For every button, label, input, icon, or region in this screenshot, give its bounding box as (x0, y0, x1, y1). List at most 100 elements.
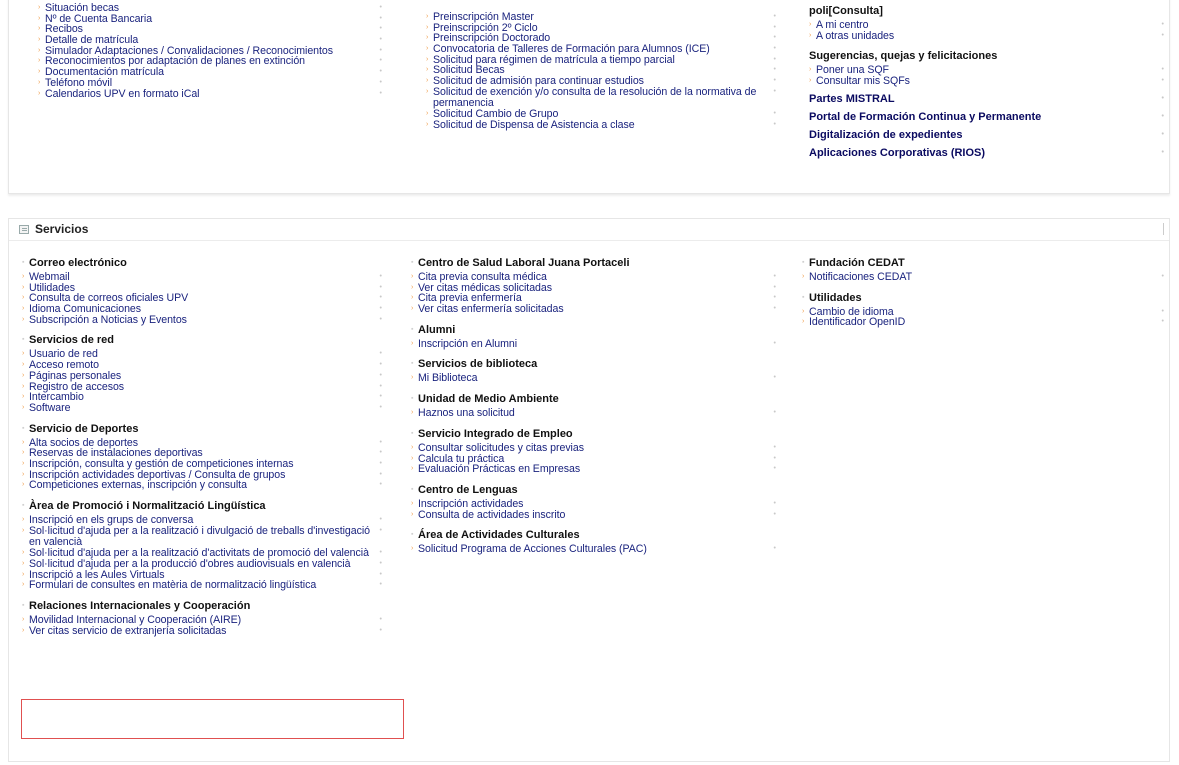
list-item[interactable]: › Haznos una solicitud • (411, 408, 776, 419)
link-label[interactable]: Inscripción en Alumni (418, 338, 517, 350)
servicios-column-1: ▪ Correo electrónico › Webmail • › Utilidades •… (22, 256, 382, 644)
bullet-icon: ▪ (411, 360, 414, 368)
link-label[interactable]: Subscripción a Noticias y Eventos (29, 314, 187, 326)
list-item[interactable]: › Intercambio • (22, 392, 382, 403)
list-item[interactable]: › Formulari de consultes en matèria de no… (22, 580, 382, 591)
arrow-icon: › (411, 273, 414, 280)
link-label[interactable]: Mi Biblioteca (418, 372, 477, 384)
bullet-icon: ▪ (411, 485, 414, 493)
list-item[interactable]: › Ver citas enfermería solicitadas • (411, 304, 776, 315)
list-item[interactable]: › Calendarios UPV en formato iCal • (38, 88, 382, 100)
end-dot-icon: • (379, 616, 382, 624)
list-item[interactable]: › Consulta de actividades inscrito • (411, 509, 776, 521)
arrow-icon: › (809, 31, 812, 39)
link-label[interactable]: Consultar mis SQFs (816, 75, 910, 87)
servicios-header: Servicios (9, 219, 1169, 241)
link-label[interactable]: Calendarios UPV en formato iCal (45, 88, 200, 100)
link-label[interactable]: Identificador OpenID (809, 316, 905, 328)
end-dot-icon: • (773, 23, 776, 31)
arrow-icon: › (809, 21, 812, 28)
list-item[interactable]: › Evaluación Prácticas en Empresas • (411, 464, 776, 475)
end-dot-icon: • (773, 45, 776, 53)
link-label[interactable]: Sol·licitud d'ajuda per a la realització… (29, 525, 382, 548)
link-label[interactable]: Evaluación Prácticas en Empresas (418, 463, 580, 475)
top-panel: › Situación becas • › Nº de Cuenta Bancaria •… (8, 0, 1170, 194)
list-item[interactable]: › A otras unidades • (809, 30, 1164, 42)
arrow-icon: › (22, 361, 25, 369)
bullet-icon: ▪ (411, 325, 414, 333)
collapse-handle-icon[interactable] (1163, 223, 1169, 235)
link-label[interactable]: Software (29, 402, 70, 414)
list-item[interactable]: › Notificaciones CEDAT • (802, 272, 1164, 283)
link-group: ▪ Centro de Lenguas › Inscripción actividad… (411, 483, 776, 520)
link-group: ▪ Área de Actividades Culturales › Solicitu… (411, 528, 776, 555)
end-dot-icon: • (379, 294, 382, 302)
list-item[interactable]: › Subscripción a Noticias y Eventos • (22, 314, 382, 326)
list-item[interactable]: › Sol·licitud d'ajuda per a la realitzaci… (22, 525, 382, 548)
link-label[interactable]: Formulari de consultes en matèria de nor… (29, 579, 316, 591)
list-item[interactable]: › Ver citas servicio de extranjería solic… (22, 625, 382, 637)
end-dot-icon: • (379, 570, 382, 578)
arrow-icon: › (38, 57, 41, 65)
list-item[interactable]: › Nº de Cuenta Bancaria • (38, 13, 382, 25)
bullet-icon: ▪ (22, 602, 25, 610)
arrow-icon: › (22, 382, 25, 390)
link-label[interactable]: Consulta de actividades inscrito (418, 509, 565, 521)
end-dot-icon: • (379, 548, 382, 556)
end-dot-icon: • (379, 470, 382, 478)
bold-link-label[interactable]: Portal de Formación Continua y Permanent… (809, 111, 1041, 123)
link-label[interactable]: Solicitud de Dispensa de Asistencia a cl… (433, 119, 635, 131)
arrow-icon: › (411, 374, 414, 382)
arrow-icon: › (426, 23, 429, 31)
link-label[interactable]: Haznos una solicitud (418, 407, 515, 419)
list-item[interactable]: › Inscripción en Alumni • (411, 338, 776, 350)
link-label[interactable]: Ver citas servicio de extranjería solici… (29, 625, 226, 637)
bold-link[interactable]: Partes MISTRAL • (809, 90, 1164, 108)
end-dot-icon: • (379, 78, 382, 86)
list-item[interactable]: › Webmail • (22, 272, 382, 283)
group-title: ▪ Servicios de red (22, 333, 382, 347)
group-title-label: Àrea de Promoció i Normalització Lingüís… (29, 500, 266, 512)
end-dot-icon: • (379, 350, 382, 358)
group-title-label: Servicios de biblioteca (418, 358, 538, 371)
end-dot-icon: • (1161, 148, 1164, 156)
link-label[interactable]: Notificaciones CEDAT (809, 271, 912, 283)
list-item[interactable]: › Competiciones externas, inscripción y c… (22, 480, 382, 491)
end-dot-icon: • (773, 87, 776, 95)
link-label[interactable]: Solicitud Programa de Acciones Culturale… (418, 543, 647, 555)
list-item[interactable]: › Mi Biblioteca • (411, 373, 776, 384)
link-label[interactable]: Ver citas enfermería solicitadas (418, 303, 564, 315)
bold-link[interactable]: Digitalización de expedientes • (809, 126, 1164, 144)
end-dot-icon: • (379, 459, 382, 467)
bold-link-label[interactable]: Aplicaciones Corporativas (RIOS) (809, 147, 985, 159)
arrow-icon: › (802, 318, 805, 326)
link-label[interactable]: Solicitud de exención y/o consulta de la… (433, 86, 776, 109)
arrow-icon: › (411, 510, 414, 518)
bold-link[interactable]: Aplicaciones Corporativas (RIOS) • (809, 144, 1164, 162)
bold-link-label[interactable]: Partes MISTRAL (809, 93, 895, 105)
bold-link[interactable]: Portal de Formación Continua y Permanent… (809, 108, 1164, 126)
list-item[interactable]: › Solicitud Programa de Acciones Cultural… (411, 544, 776, 555)
arrow-icon: › (22, 548, 25, 556)
arrow-icon: › (38, 36, 41, 44)
list-item[interactable]: › Solicitud de exención y/o consulta de l… (426, 86, 776, 109)
group-title: ▪ Servicio de Deportes (22, 422, 382, 436)
list-item[interactable]: › Consultar mis SQFs • (809, 76, 1164, 87)
arrow-icon: › (22, 470, 25, 478)
arrow-icon: › (22, 559, 25, 567)
arrow-icon: › (22, 449, 25, 457)
end-dot-icon: • (1161, 273, 1164, 280)
arrow-icon: › (22, 294, 25, 302)
arrow-icon: › (426, 77, 429, 85)
bold-link-label[interactable]: Digitalización de expedientes (809, 129, 962, 141)
list-item[interactable]: › Identificador OpenID • (802, 317, 1164, 328)
list-item[interactable]: › Solicitud de Dispensa de Asistencia a c… (426, 119, 776, 131)
end-dot-icon: • (379, 438, 382, 446)
end-dot-icon: • (773, 273, 776, 280)
link-label[interactable]: Competiciones externas, inscripción y co… (29, 479, 247, 491)
list-item[interactable]: › Software • (22, 403, 382, 414)
end-dot-icon: • (773, 499, 776, 507)
top-column-3: poli[Consulta] › A mi centro • › A otras uni… (809, 4, 1164, 162)
group-title-label: Utilidades (809, 291, 862, 304)
link-label[interactable]: A otras unidades (816, 30, 894, 42)
